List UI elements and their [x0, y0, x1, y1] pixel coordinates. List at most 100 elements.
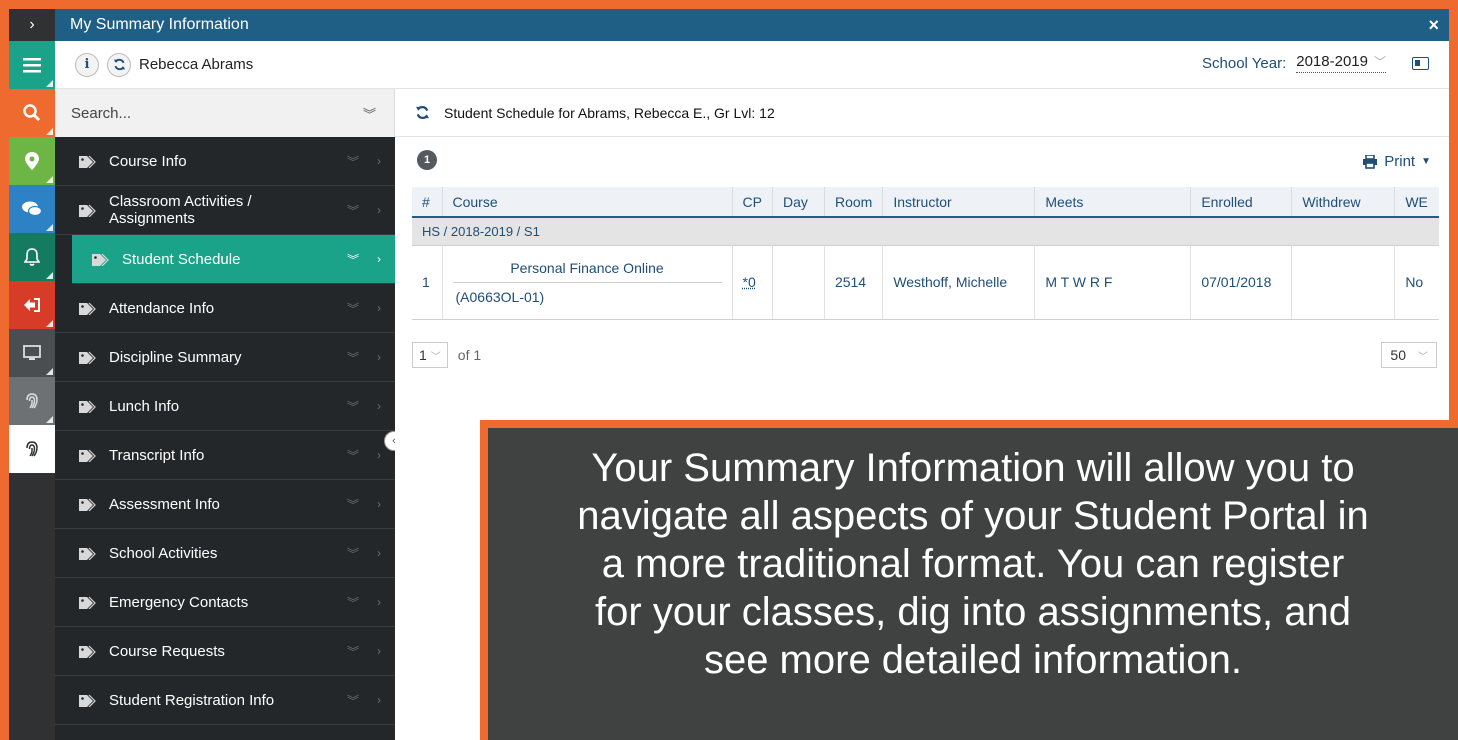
chevron-right-icon[interactable]: ›	[377, 546, 381, 560]
table-group-row: HS / 2018-2019 / S1	[412, 217, 1439, 246]
menu-item[interactable]: School Activities ︾ ›	[55, 529, 395, 578]
callout-line: navigate all aspects of your Student Por…	[577, 494, 1369, 538]
menu-item[interactable]: Attendance Info ︾ ›	[55, 284, 395, 333]
cell-enrolled: 07/01/2018	[1190, 245, 1293, 320]
school-year-selector: School Year: 2018-2019 ﹀	[1202, 53, 1429, 73]
school-year-label: School Year:	[1202, 54, 1287, 72]
chevron-right-icon[interactable]: ›	[377, 301, 381, 315]
cp-link[interactable]: *0	[743, 274, 756, 290]
callout-line: see more detailed information.	[703, 638, 1243, 682]
column-header[interactable]: Course	[442, 187, 733, 218]
column-header[interactable]: Instructor	[882, 187, 1036, 218]
rail-fingerprint-button[interactable]	[9, 377, 55, 425]
column-header[interactable]: #	[412, 187, 443, 218]
column-header[interactable]: Room	[824, 187, 884, 218]
menu-item[interactable]: Classroom Activities / Assignments ︾ ›	[55, 186, 395, 235]
callout-line: for your classes, dig into assignments, …	[595, 590, 1351, 634]
double-chevron-down-icon[interactable]: ︾	[347, 594, 359, 611]
menu-item[interactable]: Emergency Contacts ︾ ›	[55, 578, 395, 627]
refresh-schedule-button[interactable]	[415, 105, 430, 120]
rail-chat-button[interactable]	[9, 185, 55, 233]
chevron-right-icon[interactable]: ›	[377, 203, 381, 217]
menu-item[interactable]: Lunch Info ︾ ›	[55, 382, 395, 431]
info-button[interactable]: i	[75, 52, 99, 77]
tag-icon	[79, 400, 97, 413]
cell-num: 1	[412, 245, 443, 320]
chevron-right-icon[interactable]: ›	[377, 693, 381, 707]
column-header[interactable]: CP	[732, 187, 773, 218]
chevron-right-icon[interactable]: ›	[377, 252, 381, 266]
column-header[interactable]: Day	[772, 187, 825, 218]
chevron-down-icon: ﹀	[1418, 351, 1428, 363]
double-chevron-down-icon[interactable]: ︾	[347, 251, 359, 268]
menu-item-label: Course Info	[109, 152, 187, 170]
rail-display-button[interactable]	[9, 329, 55, 377]
double-chevron-down-icon[interactable]: ︾	[347, 398, 359, 415]
chevron-right-icon[interactable]: ›	[377, 154, 381, 168]
double-chevron-down-icon[interactable]: ︾	[347, 643, 359, 660]
menu-item-label: Student Schedule	[122, 250, 241, 268]
double-chevron-down-icon[interactable]: ︾	[347, 349, 359, 366]
column-header[interactable]: Meets	[1034, 187, 1192, 218]
menu-item[interactable]: Student Registration Info ︾ ›	[55, 676, 395, 725]
table-row[interactable]: 1 Personal Finance Online (A0663OL-01) *…	[412, 245, 1439, 320]
caret-down-icon: ▼	[1421, 156, 1431, 167]
double-chevron-down-icon[interactable]: ︾	[347, 153, 359, 170]
rail-location-button[interactable]	[9, 137, 55, 185]
menu-item[interactable]: Course Info ︾ ›	[55, 137, 395, 186]
double-chevron-down-icon[interactable]: ︾	[347, 202, 359, 219]
rail-search-button[interactable]	[9, 89, 55, 137]
chevron-right-icon[interactable]: ›	[377, 644, 381, 658]
expand-rail-button[interactable]: ›	[9, 9, 55, 41]
column-header[interactable]: Withdrew	[1291, 187, 1396, 218]
menu-item[interactable]: Assessment Info ︾ ›	[55, 480, 395, 529]
cell-room: 2514	[824, 245, 884, 320]
double-chevron-down-icon[interactable]: ︾	[347, 545, 359, 562]
menu-item[interactable]: Student Schedule ︾ ›	[72, 235, 395, 284]
double-chevron-down-icon[interactable]: ︾	[347, 496, 359, 513]
refresh-user-button[interactable]	[107, 52, 131, 77]
group-label: HS / 2018-2019 / S1	[412, 217, 1439, 246]
rail-menu-button[interactable]	[9, 41, 55, 89]
double-chevron-down-icon[interactable]: ︾	[347, 300, 359, 317]
school-year-dropdown[interactable]: 2018-2019 ﹀	[1296, 53, 1386, 73]
refresh-icon	[415, 105, 430, 120]
menu-item[interactable]: Course Requests ︾ ›	[55, 627, 395, 676]
menu-item[interactable]: Transcript Info ︾ ›	[55, 431, 395, 480]
column-header[interactable]: Enrolled	[1190, 187, 1293, 218]
chevron-right-icon[interactable]: ›	[377, 497, 381, 511]
printer-icon	[1363, 154, 1378, 169]
course-name[interactable]: Personal Finance Online	[452, 260, 722, 283]
menu-item-label: Emergency Contacts	[109, 593, 249, 611]
cell-course[interactable]: Personal Finance Online (A0663OL-01)	[442, 245, 733, 320]
tag-icon	[79, 645, 97, 658]
chevron-right-icon[interactable]: ›	[377, 350, 381, 364]
id-card-icon[interactable]	[1412, 56, 1429, 70]
rail-fingerprint-active-button[interactable]	[9, 425, 55, 473]
icon-rail: ›	[9, 9, 55, 740]
rail-signout-button[interactable]	[9, 281, 55, 329]
chevron-right-icon[interactable]: ›	[377, 448, 381, 462]
menu-item-label: Transcript Info	[109, 446, 205, 464]
page-select[interactable]: 1 ﹀	[412, 342, 448, 368]
double-chevron-down-icon[interactable]: ︾	[347, 447, 359, 464]
rail-notifications-button[interactable]	[9, 233, 55, 281]
double-chevron-down-icon[interactable]: ︾	[363, 104, 376, 123]
info-icon: i	[84, 57, 90, 72]
course-code: (A0663OL-01)	[455, 288, 545, 305]
menu-item-label: Assessment Info	[109, 495, 220, 513]
chevron-right-icon[interactable]: ›	[377, 399, 381, 413]
column-header[interactable]: WE	[1394, 187, 1439, 218]
cell-cp[interactable]: *0	[732, 245, 773, 320]
menu-item[interactable]: Discipline Summary ︾ ›	[55, 333, 395, 382]
menu-search-input[interactable]: Search... ︾	[55, 89, 395, 137]
info-callout: Your Summary Information will allow you …	[480, 420, 1458, 740]
hamburger-icon	[23, 58, 41, 73]
print-button[interactable]: Print ▼	[1362, 153, 1431, 170]
per-page-select[interactable]: 50 ﹀	[1381, 342, 1437, 368]
close-icon[interactable]: ×	[1428, 15, 1439, 36]
fingerprint-icon	[26, 393, 38, 409]
double-chevron-down-icon[interactable]: ︾	[347, 692, 359, 709]
menu-item-label: Discipline Summary	[109, 348, 242, 366]
chevron-right-icon[interactable]: ›	[377, 595, 381, 609]
